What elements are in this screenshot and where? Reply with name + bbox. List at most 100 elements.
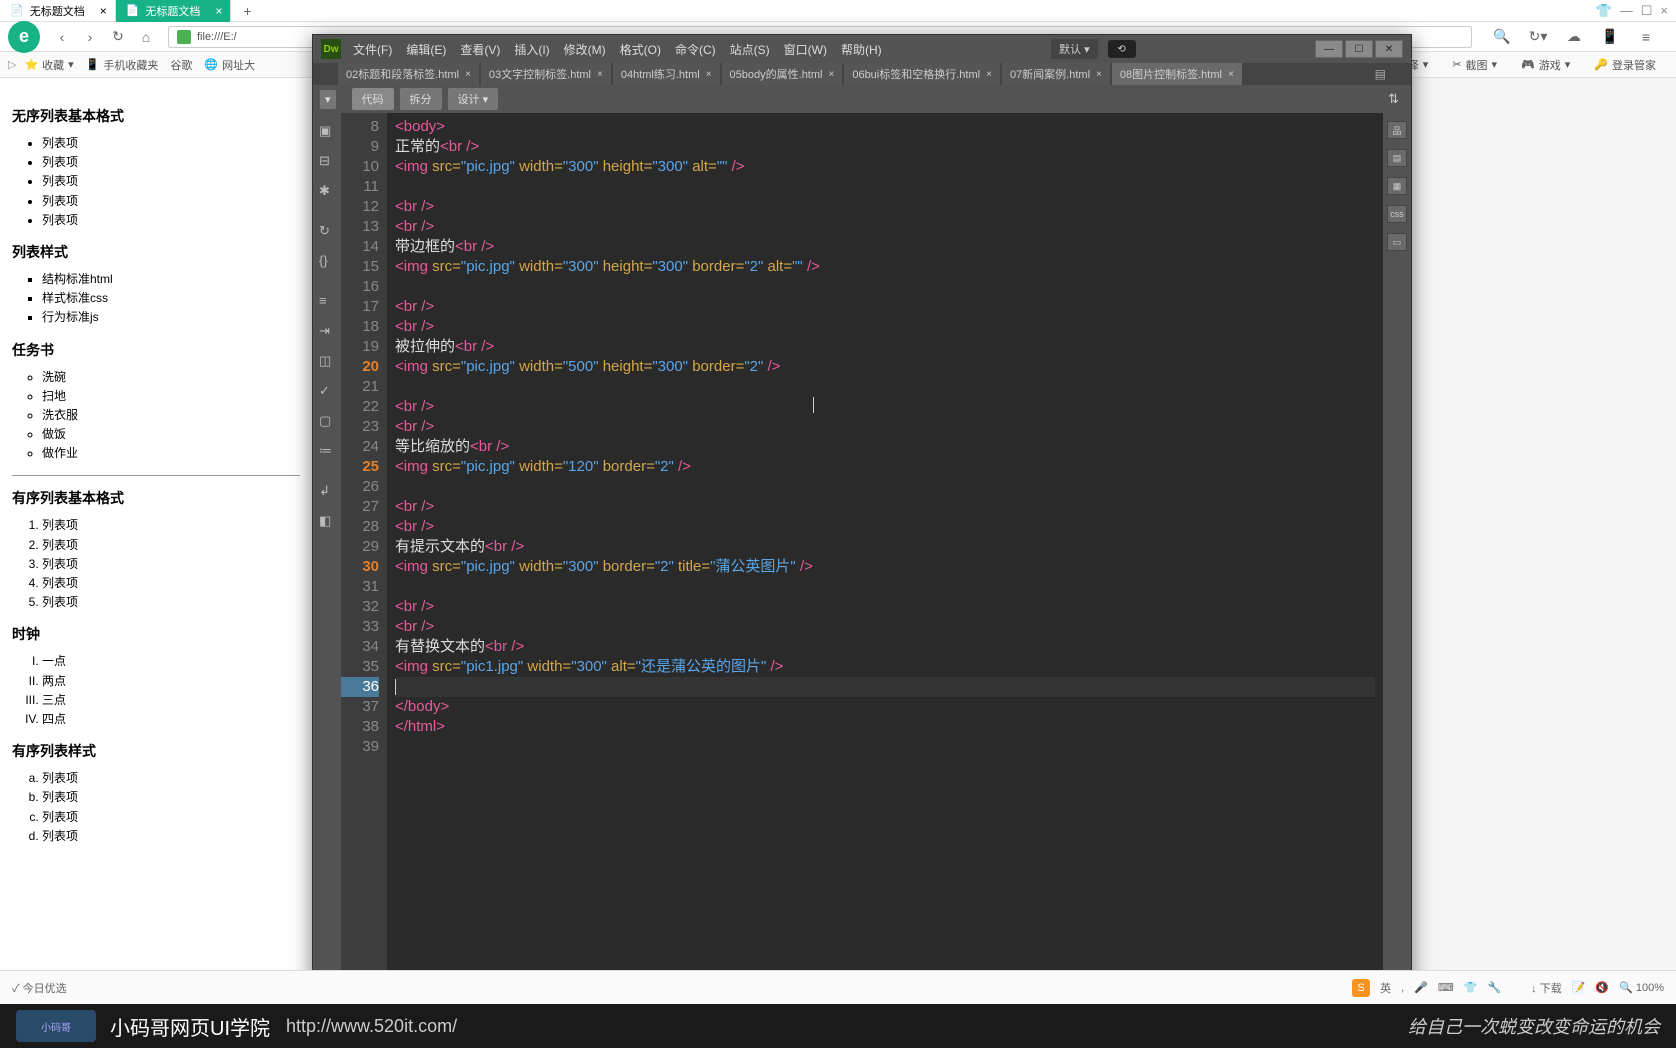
list-icon[interactable]: ≡: [319, 293, 335, 309]
panel-sitemap-icon[interactable]: 品: [1387, 121, 1407, 139]
panel-assets-icon[interactable]: ▦: [1387, 177, 1407, 195]
cloud-icon[interactable]: ☁: [1562, 25, 1586, 49]
ime-lang[interactable]: 英: [1380, 980, 1391, 996]
bookmark-login[interactable]: 🔑登录管家: [1594, 57, 1656, 73]
menu-icon[interactable]: ≡: [1634, 25, 1658, 49]
code-content[interactable]: <body>正常的<br /><img src="pic.jpg" width=…: [387, 113, 1383, 989]
menu-item[interactable]: 修改(M): [564, 41, 606, 58]
browser-logo-icon[interactable]: e: [8, 21, 40, 53]
browser-tab-1[interactable]: 📄无标题文档×: [116, 0, 232, 22]
menu-item[interactable]: 命令(C): [675, 41, 716, 58]
bookmark-toggle-icon[interactable]: ▷: [8, 58, 16, 71]
layout-dropdown[interactable]: 默认 ▾: [1051, 39, 1098, 59]
close-icon[interactable]: ×: [215, 4, 222, 18]
mobile-icon[interactable]: 📱: [1598, 25, 1622, 49]
close-button[interactable]: ✕: [1375, 40, 1403, 58]
dropdown-icon[interactable]: ▾: [319, 89, 337, 110]
design-view-button[interactable]: 设计 ▾: [447, 87, 500, 111]
sync-icon[interactable]: ⟲: [1108, 40, 1136, 58]
menu-item[interactable]: 编辑(E): [406, 41, 446, 58]
toolbar-arrows-icon[interactable]: ⇅: [1382, 91, 1405, 107]
download-icon[interactable]: ↓ 下载: [1531, 980, 1562, 996]
close-icon[interactable]: ×: [1096, 69, 1102, 80]
mute-icon[interactable]: 🔇: [1595, 981, 1609, 994]
search-icon[interactable]: 🔍: [1490, 25, 1514, 49]
split-view-button[interactable]: 拆分: [399, 87, 443, 111]
close-window-icon[interactable]: ×: [1660, 3, 1668, 19]
forward-icon[interactable]: ›: [78, 25, 102, 49]
minimize-icon[interactable]: —: [1620, 3, 1633, 19]
menu-item[interactable]: 窗口(W): [784, 41, 827, 58]
ime-punct-icon[interactable]: ,: [1401, 982, 1404, 994]
ime-skin-icon[interactable]: 👕: [1464, 981, 1478, 994]
note-icon[interactable]: 📝: [1572, 981, 1586, 994]
back-icon[interactable]: ‹: [50, 25, 74, 49]
bookmark-mobile[interactable]: 📱手机收藏夹: [86, 57, 159, 73]
close-icon[interactable]: ×: [100, 4, 107, 18]
tag-icon[interactable]: ▢: [319, 413, 335, 429]
bookmark-sites[interactable]: 🌐网址大: [204, 57, 255, 73]
ime-toolbox-icon[interactable]: 🔧: [1487, 981, 1501, 994]
sogou-ime-icon[interactable]: S: [1352, 979, 1370, 997]
maximize-button[interactable]: ☐: [1345, 40, 1373, 58]
refresh-dropdown-icon[interactable]: ↻▾: [1526, 25, 1550, 49]
bookmark-google[interactable]: 谷歌: [170, 57, 192, 73]
close-icon[interactable]: ×: [986, 69, 992, 80]
panel-dom-icon[interactable]: ▭: [1387, 233, 1407, 251]
file-tab[interactable]: 02标题和段落标签.html×: [338, 63, 479, 85]
file-tab[interactable]: 07新闻案例.html×: [1002, 63, 1110, 85]
asterisk-icon[interactable]: ✱: [319, 183, 335, 199]
menu-item[interactable]: 插入(I): [514, 41, 549, 58]
close-icon[interactable]: ×: [706, 69, 712, 80]
close-icon[interactable]: ×: [1228, 69, 1234, 80]
heading: 时钟: [12, 624, 300, 644]
file-tab[interactable]: 05body的属性.html×: [722, 63, 843, 85]
maximize-icon[interactable]: ☐: [1641, 3, 1653, 19]
status-left: ✓ 今日优选: [12, 980, 67, 996]
menu-item[interactable]: 文件(F): [353, 41, 392, 58]
ime-mic-icon[interactable]: 🎤: [1414, 981, 1428, 994]
file-tab[interactable]: 03文字控制标签.html×: [481, 63, 611, 85]
wrap-icon[interactable]: ↲: [319, 483, 335, 499]
tab-title: 无标题文档: [145, 3, 200, 19]
zoom-label[interactable]: 🔍 100%: [1619, 981, 1664, 994]
close-icon[interactable]: ×: [597, 69, 603, 80]
bookmark-games[interactable]: 🎮游戏▾: [1521, 57, 1570, 73]
validate-icon[interactable]: ✓: [319, 383, 335, 399]
ime-keyboard-icon[interactable]: ⌨: [1438, 981, 1454, 994]
new-tab-button[interactable]: +: [231, 3, 263, 19]
close-icon[interactable]: ×: [465, 69, 471, 80]
minimize-button[interactable]: —: [1315, 40, 1343, 58]
indent-icon[interactable]: ⇥: [319, 323, 335, 339]
list-item: 列表项: [42, 808, 300, 827]
file-tab[interactable]: 04html练习.html×: [613, 63, 720, 85]
bookmark-screenshot[interactable]: ✂截图▾: [1452, 57, 1497, 73]
code-editor[interactable]: 8910111213141516171819202122232425262728…: [341, 113, 1383, 989]
braces-icon[interactable]: {}: [319, 253, 335, 269]
menu-item[interactable]: 查看(V): [460, 41, 500, 58]
bookmark-fav[interactable]: ⭐收藏▾: [24, 57, 73, 73]
navigator-icon[interactable]: ▣: [319, 123, 335, 139]
panel-css-icon[interactable]: css: [1387, 205, 1407, 223]
dw-toolbar: ▾ 代码 拆分 设计 ▾ ⇅: [313, 85, 1411, 113]
list-item: 四点: [42, 710, 300, 729]
menu-item[interactable]: 格式(O): [620, 41, 661, 58]
close-icon[interactable]: ×: [828, 69, 834, 80]
tab-overflow-icon[interactable]: ▤: [1375, 67, 1386, 81]
menu-item[interactable]: 站点(S): [730, 41, 770, 58]
highlight-icon[interactable]: ◧: [319, 513, 335, 529]
comment-icon[interactable]: ◫: [319, 353, 335, 369]
file-tab[interactable]: 06bui标签和空格换行.html×: [844, 63, 1000, 85]
browser-tab-0[interactable]: 📄无标题文档×: [0, 0, 116, 22]
home-icon[interactable]: ⌂: [134, 25, 158, 49]
refresh-icon[interactable]: ↻: [319, 223, 335, 239]
reload-icon[interactable]: ↻: [106, 25, 130, 49]
format-icon[interactable]: ≔: [319, 443, 335, 459]
collapse-icon[interactable]: ⊟: [319, 153, 335, 169]
menu-item[interactable]: 帮助(H): [841, 41, 882, 58]
panel-files-icon[interactable]: ▤: [1387, 149, 1407, 167]
code-view-button[interactable]: 代码: [351, 87, 395, 111]
file-tab[interactable]: 08图片控制标签.html×: [1112, 63, 1242, 85]
dw-titlebar: Dw 文件(F)编辑(E)查看(V)插入(I)修改(M)格式(O)命令(C)站点…: [313, 35, 1411, 63]
skin-icon[interactable]: 👕: [1596, 3, 1612, 19]
